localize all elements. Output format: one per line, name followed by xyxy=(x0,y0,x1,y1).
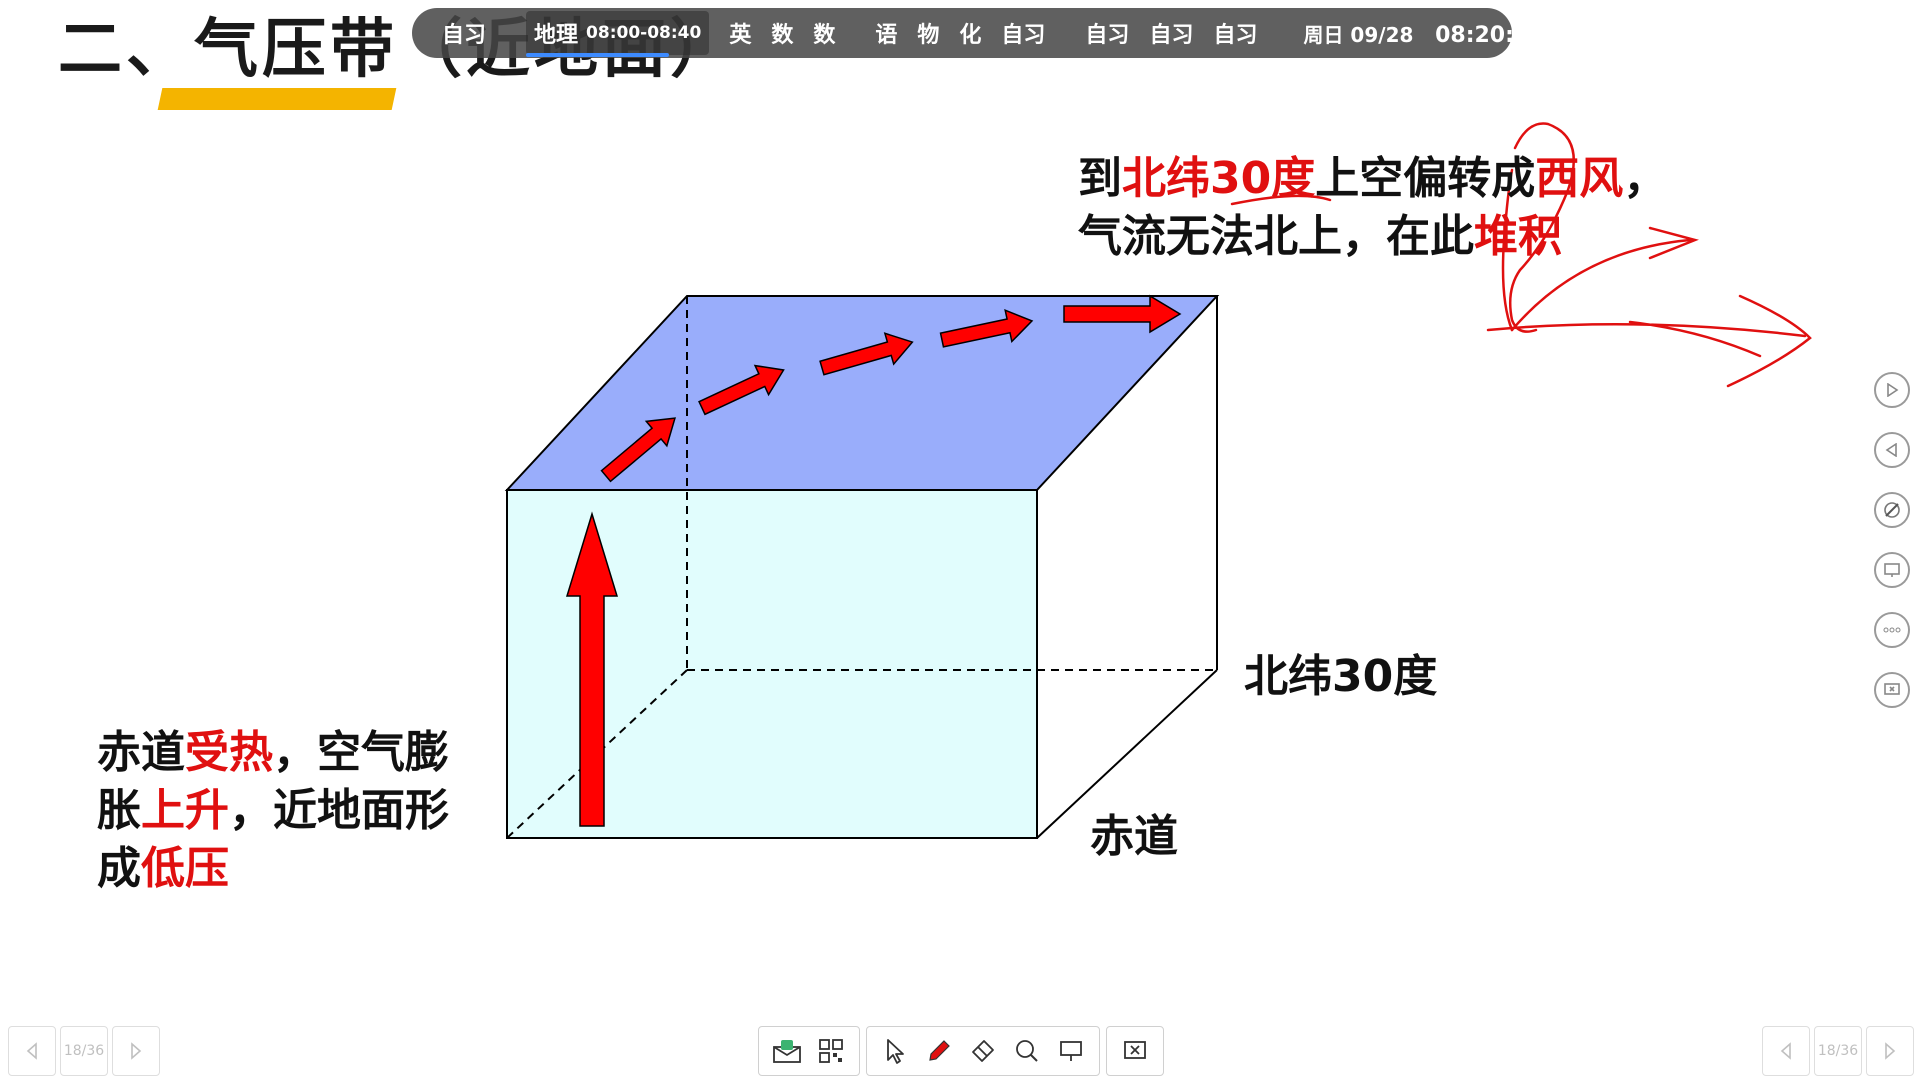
annotation-highlight: 北纬30度 xyxy=(1122,153,1316,204)
whiteboard-button[interactable] xyxy=(1049,1029,1093,1073)
toolbar-group-main xyxy=(866,1026,1100,1076)
page-indicator: 18/36 xyxy=(60,1026,108,1076)
eraser-icon xyxy=(972,1040,994,1062)
chevron-right-icon xyxy=(131,1042,142,1060)
annotation-highlight: 受热 xyxy=(185,727,273,778)
westerly-annotation: 到北纬30度上空偏转成西风， 气流无法北上，在此堆积 xyxy=(1078,150,1667,266)
screen-share-button[interactable] xyxy=(1874,552,1910,588)
more-button[interactable] xyxy=(1874,612,1910,648)
prev-page-button[interactable] xyxy=(1762,1026,1810,1076)
screen-share-icon xyxy=(1884,563,1900,577)
toolbar-group-right xyxy=(1106,1026,1164,1076)
prev-slide-button[interactable] xyxy=(1874,432,1910,468)
label-equator: 赤道 xyxy=(1090,811,1178,862)
pager-right: 18/36 xyxy=(1762,1026,1914,1076)
chevron-right-icon xyxy=(1885,1042,1896,1060)
next-page-button[interactable] xyxy=(1866,1026,1914,1076)
pointer-tool-button[interactable] xyxy=(873,1029,917,1073)
exit-button[interactable] xyxy=(1874,672,1910,708)
annotation-text: 成 xyxy=(97,843,141,894)
annotation-text: 上空偏转成 xyxy=(1315,153,1536,204)
annotation-highlight: 西风 xyxy=(1535,153,1624,204)
annotation-highlight: 堆积 xyxy=(1474,211,1562,262)
messages-button[interactable] xyxy=(765,1029,809,1073)
annotation-text: ， xyxy=(1623,153,1668,204)
exit-icon xyxy=(1884,683,1900,695)
side-toolbar xyxy=(1874,372,1914,732)
chevron-left-icon xyxy=(1780,1042,1791,1060)
next-slide-button[interactable] xyxy=(1874,372,1910,408)
annotation-text: 胀 xyxy=(97,785,141,836)
play-left-icon xyxy=(1885,443,1897,457)
pen-settings-button[interactable] xyxy=(1874,492,1910,528)
play-right-icon xyxy=(1887,383,1899,397)
pen-icon xyxy=(929,1040,950,1061)
annotation-highlight: 上升 xyxy=(141,785,229,836)
annotation-text: 到 xyxy=(1078,153,1122,204)
annotation-highlight: 低压 xyxy=(141,843,229,894)
pager-left: 18/36 xyxy=(8,1026,160,1076)
close-screen-icon xyxy=(1124,1041,1146,1059)
bottom-toolbar xyxy=(758,1026,1164,1076)
next-page-button[interactable] xyxy=(112,1026,160,1076)
pen-tool-button[interactable] xyxy=(917,1029,961,1073)
annotation-text: ，空气膨 xyxy=(273,727,449,778)
close-screen-button[interactable] xyxy=(1113,1029,1157,1073)
annotation-text: 气流无法北上，在此 xyxy=(1078,211,1474,262)
prev-page-button[interactable] xyxy=(8,1026,56,1076)
pointer-icon xyxy=(887,1039,904,1064)
label-30n: 北纬30度 xyxy=(1244,651,1438,702)
equator-annotation: 赤道受热，空气膨 胀上升，近地面形 成低压 xyxy=(97,724,449,898)
annotation-text: ，近地面形 xyxy=(229,785,449,836)
toolbar-group-left xyxy=(758,1026,860,1076)
qr-grid-icon xyxy=(819,1039,843,1063)
more-icon xyxy=(1883,627,1901,633)
search-icon xyxy=(1016,1040,1038,1062)
board-icon xyxy=(1060,1041,1082,1061)
envelope-icon xyxy=(773,1040,801,1063)
slide-stage: 二、气压带（近地面） 自习 地理 08:00-08:40 英 数 数 语 物 化… xyxy=(0,0,1920,1080)
eraser-tool-button[interactable] xyxy=(961,1029,1005,1073)
pen-settings-icon xyxy=(1884,502,1900,518)
annotation-text: 赤道 xyxy=(97,727,185,778)
page-indicator: 18/36 xyxy=(1814,1026,1862,1076)
qr-grid-button[interactable] xyxy=(809,1029,853,1073)
chevron-left-icon xyxy=(26,1042,37,1060)
search-tool-button[interactable] xyxy=(1005,1029,1049,1073)
